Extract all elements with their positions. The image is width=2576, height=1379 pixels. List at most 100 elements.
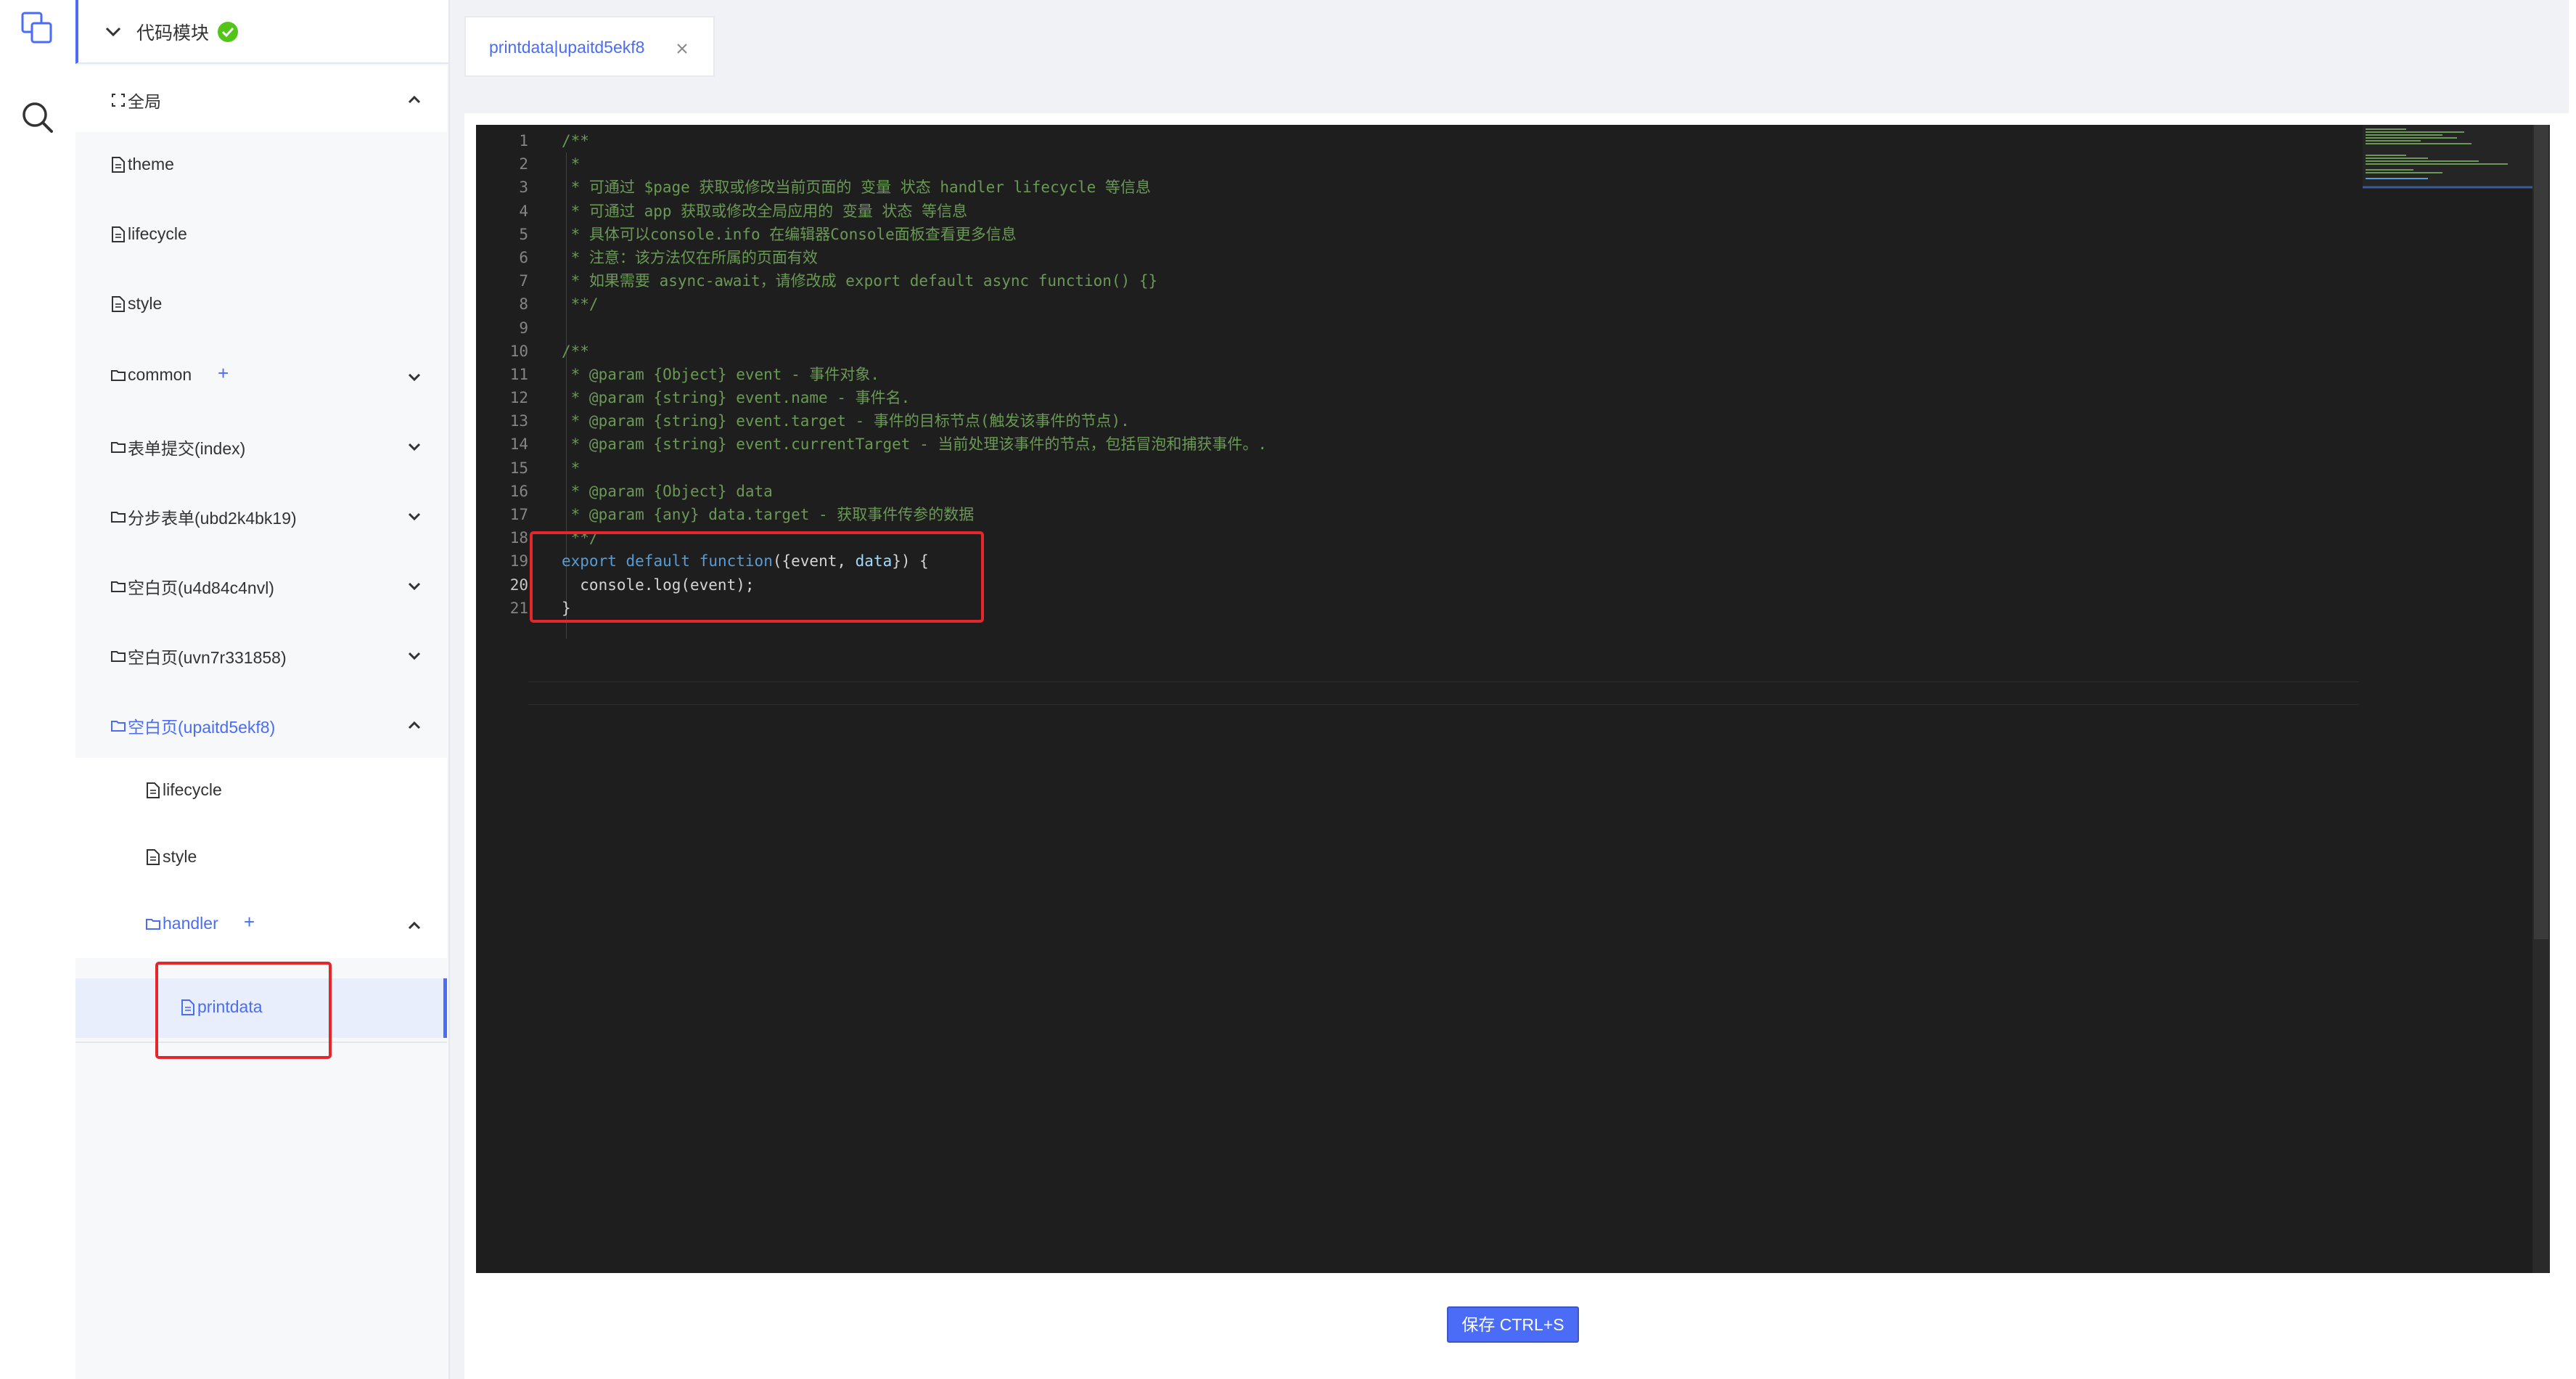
file-icon — [147, 848, 160, 865]
chevron-down-icon[interactable] — [403, 645, 425, 666]
code-line[interactable]: * @param {Object} data — [562, 480, 2448, 503]
file-icon — [112, 295, 125, 312]
tree-item-label: 分步表单(ubd2k4bk19) — [128, 509, 297, 528]
copy-icon[interactable] — [19, 10, 57, 48]
tree-item-blank-page-1[interactable]: 空白页(u4d84c4nvl) — [75, 552, 447, 618]
current-line-highlight — [528, 682, 2359, 705]
code-line[interactable]: * @param {Object} event - 事件对象. — [562, 363, 2448, 386]
tree-title: 代码模块 — [136, 23, 210, 44]
tree-item-label: 空白页(upaitd5ekf8) — [128, 718, 276, 737]
tree-item-label: style — [163, 847, 197, 866]
file-icon — [112, 226, 125, 242]
code-tree-panel: 代码模块 全局 theme lifecycle style common + 表… — [75, 0, 450, 1379]
add-button[interactable]: + — [218, 362, 229, 385]
chevron-up-icon[interactable] — [403, 714, 425, 736]
code-line[interactable]: * @param {string} event.name - 事件名. — [562, 386, 2448, 409]
scrollbar-thumb[interactable] — [2534, 125, 2548, 939]
code-line[interactable]: * @param {string} event.target - 事件的目标节点… — [562, 409, 2448, 433]
code-line[interactable]: * — [562, 152, 2448, 176]
line-number: 8 — [519, 295, 528, 314]
close-icon[interactable] — [673, 39, 692, 58]
chevron-up-icon[interactable] — [403, 914, 425, 936]
line-number-gutter: 1 2 3 4 5 6 7 8 9 10 11 12 13 14 15 16 17 18 19 20 21 — [476, 129, 528, 620]
chevron-down-icon[interactable] — [100, 19, 126, 45]
folder-icon — [111, 721, 126, 732]
folder-icon — [111, 581, 126, 592]
tree-item-label: 表单提交(index) — [128, 439, 246, 458]
folder-icon — [111, 369, 126, 381]
line-number: 17 — [509, 506, 528, 523]
line-number: 10 — [509, 342, 528, 360]
save-button[interactable]: 保存 CTRL+S — [1447, 1306, 1579, 1343]
code-line[interactable]: * @param {string} event.currentTarget - … — [562, 433, 2448, 456]
line-number: 11 — [509, 365, 528, 383]
tree-body: 全局 theme lifecycle style common + 表单提交(i… — [75, 65, 447, 1043]
tree-item-global[interactable]: 全局 — [75, 65, 447, 132]
code-editor[interactable]: 1 2 3 4 5 6 7 8 9 10 11 12 13 14 15 16 17 18 19 20 21 /** * … — [476, 125, 2550, 1273]
line-number: 12 — [509, 389, 528, 407]
icon-rail — [0, 0, 77, 1379]
tree-item-form-submit[interactable]: 表单提交(index) — [75, 412, 447, 479]
page-scrollbar[interactable] — [2569, 0, 2576, 1379]
code-line[interactable]: * 如果需要 async-await，请修改成 export default a… — [562, 269, 2448, 292]
tree-header[interactable]: 代码模块 — [75, 0, 448, 64]
line-number: 4 — [519, 202, 528, 220]
line-number: 6 — [519, 248, 528, 266]
tree-item-style[interactable]: style — [75, 271, 447, 338]
code-line[interactable]: /** — [562, 340, 2448, 363]
tree-item-blank-page-active[interactable]: 空白页(upaitd5ekf8) — [75, 691, 447, 758]
line-number: 21 — [509, 599, 528, 617]
tree-item-theme[interactable]: theme — [75, 132, 447, 199]
tree-item-handler[interactable]: handler + — [75, 891, 447, 958]
code-line[interactable]: * 注意：该方法仅在所属的页面有效 — [562, 246, 2448, 269]
highlight-box-tree — [155, 962, 332, 1059]
file-icon — [147, 782, 160, 798]
line-number: 9 — [519, 319, 528, 337]
folder-icon — [146, 918, 160, 930]
line-number: 3 — [519, 179, 528, 197]
line-number: 2 — [519, 155, 528, 173]
line-number: 19 — [509, 552, 528, 570]
tree-item-label: theme — [128, 155, 174, 173]
chevron-down-icon[interactable] — [403, 575, 425, 597]
code-line[interactable]: * 可通过 app 获取或修改全局应用的 变量 状态 等信息 — [562, 200, 2448, 223]
tree-item-step-form[interactable]: 分步表单(ubd2k4bk19) — [75, 482, 447, 549]
code-line[interactable] — [562, 316, 2448, 340]
line-number: 14 — [509, 435, 528, 454]
tab-printdata[interactable]: printdata|upaitd5ekf8 — [464, 16, 715, 77]
tree-item-label: 空白页(uvn7r331858) — [128, 648, 287, 667]
check-circle-icon — [216, 20, 239, 44]
code-line[interactable]: /** — [562, 129, 2448, 152]
fullscreen-icon — [112, 94, 125, 107]
folder-icon — [111, 442, 126, 453]
line-number: 18 — [509, 529, 528, 547]
file-icon — [112, 156, 125, 173]
tree-item-label: 全局 — [128, 92, 161, 111]
folder-icon — [111, 651, 126, 662]
minimap[interactable] — [2363, 125, 2534, 190]
chevron-up-icon[interactable] — [403, 89, 425, 110]
chevron-down-icon[interactable] — [403, 505, 425, 527]
tree-item-page-lifecycle[interactable]: lifecycle — [75, 758, 447, 824]
tree-item-page-style[interactable]: style — [75, 824, 447, 891]
code-line[interactable]: **/ — [562, 292, 2448, 316]
line-number: 7 — [519, 272, 528, 290]
line-number: 1 — [519, 132, 528, 150]
line-number: 13 — [509, 412, 528, 430]
line-number: 5 — [519, 225, 528, 243]
tree-item-label: handler — [163, 914, 218, 933]
add-button[interactable]: + — [244, 911, 255, 933]
tree-item-lifecycle[interactable]: lifecycle — [75, 202, 447, 269]
tree-item-label: common — [128, 365, 192, 384]
code-line[interactable]: * — [562, 457, 2448, 480]
code-line[interactable]: * 具体可以console.info 在编辑器Console面板查看更多信息 — [562, 223, 2448, 246]
code-line[interactable]: * @param {any} data.target - 获取事件传参的数据 — [562, 503, 2448, 526]
tree-item-common[interactable]: common + — [75, 343, 447, 409]
tree-item-blank-page-2[interactable]: 空白页(uvn7r331858) — [75, 621, 447, 688]
tree-item-label: lifecycle — [163, 780, 222, 799]
tab-label: printdata|upaitd5ekf8 — [489, 38, 645, 57]
code-line[interactable]: * 可通过 $page 获取或修改当前页面的 变量 状态 handler lif… — [562, 176, 2448, 199]
chevron-down-icon[interactable] — [403, 435, 425, 457]
chevron-down-icon[interactable] — [403, 366, 425, 388]
search-icon[interactable] — [19, 99, 57, 136]
